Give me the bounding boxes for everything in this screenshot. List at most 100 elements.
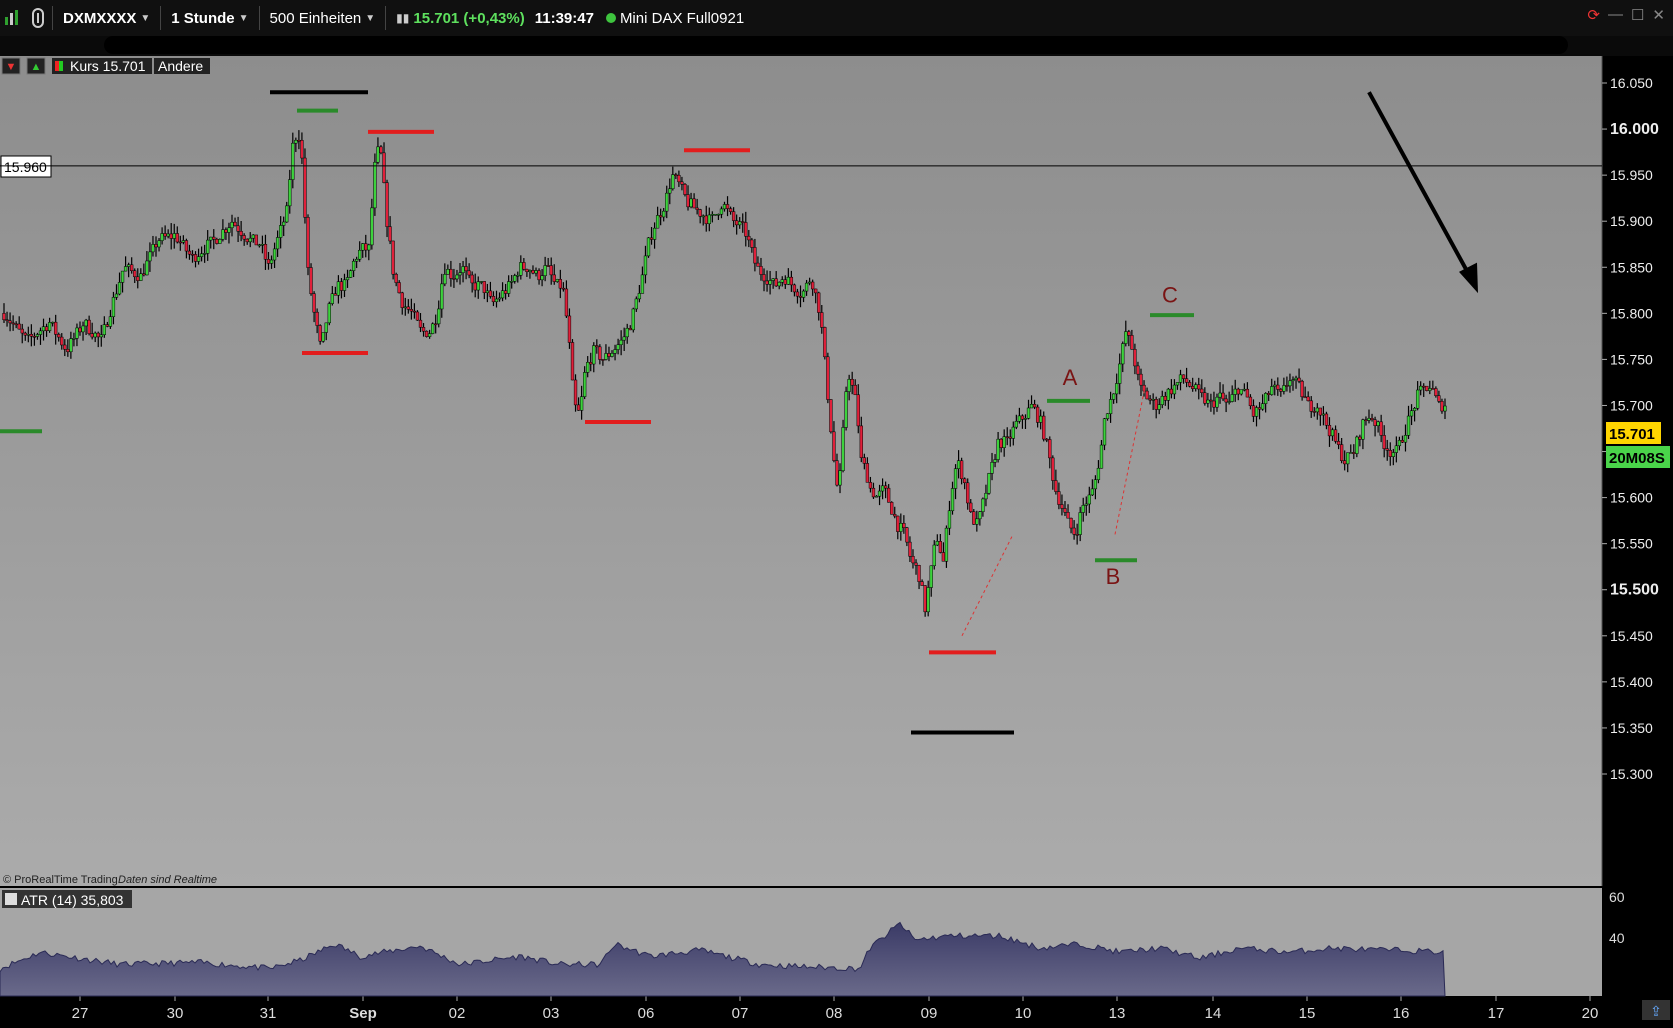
candle-body [1008, 436, 1012, 439]
candle-body [877, 490, 882, 497]
candle-body [649, 237, 654, 240]
candle-body [950, 488, 955, 512]
candle-body [1400, 440, 1405, 443]
candle-body [1355, 436, 1359, 454]
candle-body [72, 338, 76, 340]
candle-body [169, 233, 173, 239]
chevron-down-icon: ▼ [365, 12, 376, 24]
candle-body [1111, 393, 1116, 400]
candle-body [1254, 407, 1259, 417]
candle-body [324, 322, 328, 333]
candle-body [859, 425, 863, 458]
candle-body [242, 235, 246, 240]
candle-body [558, 279, 562, 289]
candle-body [1072, 527, 1076, 535]
candle-body [285, 205, 289, 223]
candle-body [963, 478, 967, 484]
candle-body [731, 211, 736, 221]
candle-body [1157, 404, 1161, 410]
candle-body [424, 330, 429, 337]
candle-body [1406, 415, 1411, 436]
candle-body [628, 328, 632, 331]
candle-body [35, 334, 40, 337]
candle-body [364, 243, 368, 251]
candle-body [807, 281, 812, 284]
candle-body [728, 208, 733, 212]
candle-body [1282, 385, 1286, 392]
candle-body [50, 321, 55, 324]
candle-body [792, 284, 797, 293]
candle-body [1431, 388, 1435, 390]
link-icon[interactable] [28, 8, 48, 28]
brand-watermark: © ProRealTime Trading [3, 874, 118, 886]
candle-body [1133, 349, 1137, 367]
units-selector[interactable]: 500 Einheiten ▼ [264, 10, 382, 27]
candle-body [1349, 452, 1353, 454]
candle-body [1257, 407, 1262, 410]
candle-body [151, 244, 155, 253]
candle-body [750, 239, 754, 248]
candle-body [710, 214, 714, 216]
candle-body [1288, 380, 1292, 387]
last-price-label: 15.701 [1609, 426, 1655, 443]
candle-body [1029, 404, 1034, 409]
symbol-selector[interactable]: DXMXXXX ▼ [57, 10, 156, 27]
candle-body [1230, 394, 1234, 402]
candle-body [604, 353, 608, 360]
candle-body [783, 279, 787, 285]
candle-body [1315, 407, 1319, 413]
candle-body [336, 281, 341, 296]
candle-body [616, 344, 620, 350]
timeframe-selector[interactable]: 1 Stunde ▼ [165, 10, 254, 27]
wave-label-c: C [1162, 282, 1178, 307]
candle-body [354, 258, 359, 262]
atr-tick-60: 60 [1609, 889, 1625, 905]
candle-body [11, 322, 15, 325]
candle-body [765, 280, 769, 285]
candle-body [838, 470, 842, 486]
refresh-icon[interactable]: ⟳ [1587, 6, 1600, 24]
candle-body [1081, 505, 1085, 513]
candle-body [221, 229, 225, 240]
candle-body [1309, 400, 1313, 412]
candle-body [105, 324, 110, 327]
horizontal-scrollbar[interactable] [104, 36, 1568, 54]
candle-body [695, 207, 699, 210]
candle-body [598, 346, 602, 360]
candle-body [890, 502, 894, 515]
price-tick-label: 15.500 [1610, 582, 1659, 599]
candle-body [245, 238, 249, 243]
candle-body [464, 266, 468, 272]
candle-body [90, 333, 94, 338]
candle-body [69, 338, 73, 353]
candle-body [1303, 396, 1307, 399]
candle-body [418, 319, 423, 328]
candle-body [586, 362, 590, 373]
chevron-down-icon: ▼ [238, 12, 249, 24]
time-tick-label: 15 [1299, 1005, 1316, 1022]
info-icon[interactable]: ▮▮ [396, 11, 409, 25]
candle-body [674, 174, 678, 176]
close-icon[interactable]: ✕ [1652, 6, 1665, 24]
candle-body [1187, 382, 1192, 387]
candle-body [768, 280, 772, 285]
candle-body [312, 293, 316, 313]
time-tick-label: 27 [72, 1005, 89, 1022]
time-tick-label: 08 [826, 1005, 843, 1022]
candle-body [826, 356, 830, 400]
price-chart[interactable]: A B C 16.050 16.000 15.950 15.900 15.850 15.800… [0, 56, 1673, 1023]
candle-body [1069, 517, 1073, 529]
price-tick-label: 16.050 [1610, 75, 1653, 91]
candle-body [123, 266, 128, 272]
candle-body [874, 495, 879, 498]
candle-body [367, 244, 371, 251]
maximize-icon[interactable]: ☐ [1631, 6, 1644, 24]
time-tick-label: 07 [732, 1005, 749, 1022]
chart-type-icon[interactable] [4, 8, 24, 28]
minimize-icon[interactable]: — [1608, 6, 1623, 24]
candle-body [747, 235, 751, 241]
candle-body [1093, 479, 1098, 490]
candle-body [306, 217, 310, 268]
candle-body [485, 290, 490, 293]
candle-body [78, 327, 82, 333]
